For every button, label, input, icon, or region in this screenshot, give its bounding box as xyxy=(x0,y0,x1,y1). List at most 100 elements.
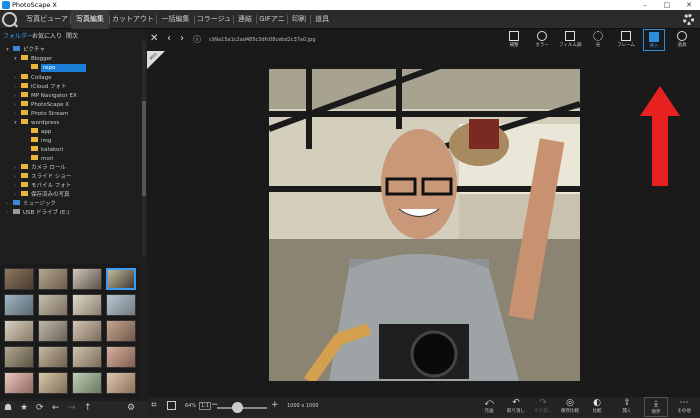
thumbnail[interactable] xyxy=(38,346,68,368)
undo-button[interactable]: ↶ 取り消し xyxy=(504,397,528,415)
zoom-fit-button[interactable]: 1:1 xyxy=(199,402,212,410)
up-arrow-icon[interactable]: ↑ xyxy=(84,403,92,413)
tool-color[interactable]: カラー xyxy=(531,29,553,51)
crop-icon[interactable]: ⌗ xyxy=(151,400,157,411)
tab-gif[interactable]: GIFアニメ xyxy=(257,10,287,42)
tree-item[interactable]: › カメラ ロール xyxy=(14,164,66,172)
thumbnail[interactable] xyxy=(38,294,68,316)
thumbnail[interactable] xyxy=(106,294,136,316)
star-icon[interactable]: ★ xyxy=(20,403,28,413)
thumbnail[interactable] xyxy=(4,268,34,290)
tab-photo-editor[interactable]: 写真編集 xyxy=(71,10,109,29)
tree-item[interactable]: ▾ ピクチャ xyxy=(6,46,45,54)
revert-button[interactable]: ⤺ 元画 xyxy=(477,397,501,415)
tree-item-selected[interactable]: repo xyxy=(24,64,86,72)
tab-photo-viewer[interactable]: 写真ビューア xyxy=(24,10,70,29)
tree-item[interactable]: mori xyxy=(24,155,54,163)
edited-photo[interactable] xyxy=(269,69,580,381)
thumbnail[interactable] xyxy=(38,372,68,394)
close-button[interactable]: ✕ xyxy=(679,0,699,10)
tree-item[interactable]: ▾ Blogger xyxy=(14,55,52,63)
thumbnail[interactable] xyxy=(106,320,136,342)
home-icon[interactable]: ☗ xyxy=(4,403,12,413)
color-icon xyxy=(537,31,547,41)
tree-item[interactable]: › USB ドライブ (E:) xyxy=(6,209,69,217)
tree-item[interactable]: › PhotoScape X xyxy=(14,101,69,109)
title-bar: PhotoScape X – □ ✕ xyxy=(0,0,700,10)
thumbnail[interactable] xyxy=(72,346,102,368)
forward-arrow-icon[interactable]: → xyxy=(68,403,76,413)
tree-item[interactable]: › MP Navigator EX xyxy=(14,92,77,100)
frame-icon xyxy=(621,31,631,41)
zoom-in-icon[interactable]: + xyxy=(271,400,279,410)
tree-item[interactable]: ▾ wordpress xyxy=(14,119,59,127)
tree-item[interactable]: katakori xyxy=(24,146,63,154)
thumbnail[interactable] xyxy=(106,346,136,368)
thumbnail[interactable] xyxy=(4,372,34,394)
tool-insert[interactable]: 挿入 xyxy=(643,29,665,51)
thumbnail-grid xyxy=(0,264,141,398)
tab-cutout[interactable]: カットアウト xyxy=(110,10,156,29)
tool-frame[interactable]: フレーム xyxy=(615,29,637,51)
save-button[interactable]: ⤓ 保存 xyxy=(644,397,668,417)
settings-icon[interactable]: ⚙ xyxy=(127,403,135,413)
thumbnail[interactable] xyxy=(38,320,68,342)
tool-light[interactable]: 光 xyxy=(587,29,609,51)
back-arrow-icon[interactable]: ← xyxy=(52,403,60,413)
thumbnail[interactable] xyxy=(72,320,102,342)
tool-tools[interactable]: 道具 xyxy=(671,29,693,51)
next-image-icon[interactable]: › xyxy=(180,33,184,44)
thumbnail[interactable] xyxy=(72,372,102,394)
more-button[interactable]: ⋯ その他 xyxy=(672,397,696,415)
bottom-toolbar: ⌗ 64% 1:1 − + 1000 x 1000 ⤺ 元画 ↶ 取り消し ↷ やり直… xyxy=(147,397,700,418)
tab-tools[interactable]: 道具 xyxy=(311,10,333,29)
open-button[interactable]: ⇪ 開く xyxy=(615,397,639,415)
thumbnail[interactable] xyxy=(106,372,136,394)
tree-item[interactable]: img xyxy=(24,137,51,145)
folder-icon xyxy=(21,110,28,115)
thumbnail[interactable] xyxy=(72,268,102,290)
prev-image-icon[interactable]: ‹ xyxy=(167,33,171,44)
maximize-button[interactable]: □ xyxy=(657,0,677,10)
thumbnail[interactable] xyxy=(38,268,68,290)
subtab-recent[interactable]: 開次 xyxy=(66,31,78,40)
tree-item[interactable]: app xyxy=(24,128,51,136)
refresh-icon[interactable]: ⟳ xyxy=(36,403,44,413)
subtab-folders[interactable]: フォルダー xyxy=(3,31,33,40)
subtab-favorites[interactable]: お気に入り xyxy=(32,31,62,40)
tree-item[interactable]: › モバイル フォト xyxy=(14,182,71,190)
settings-gear-icon[interactable] xyxy=(683,14,694,25)
redo-button[interactable]: ↷ やり直し xyxy=(531,397,555,415)
folder-icon xyxy=(21,119,28,124)
minimize-button[interactable]: – xyxy=(635,0,655,10)
tool-film[interactable]: フィルム調 xyxy=(559,29,581,51)
compare-button[interactable]: ◐ 比較 xyxy=(585,397,609,415)
tab-batch[interactable]: 一括編集 xyxy=(157,10,194,29)
thumbnail[interactable] xyxy=(4,294,34,316)
tree-item[interactable]: › iCloud フォト xyxy=(14,83,67,91)
fit-icon[interactable] xyxy=(167,401,176,410)
tree-item[interactable]: › 保存済みの写真 xyxy=(14,191,70,199)
tree-item[interactable]: › ミュージック xyxy=(6,200,56,208)
search-icon[interactable] xyxy=(2,12,17,27)
tree-item[interactable]: › Photo Stream xyxy=(14,110,68,118)
zoom-slider-knob[interactable] xyxy=(232,402,243,413)
left-panel: フォルダー お気に入り 開次 ▾ ピクチャ ▾ Blogger repo › Coll… xyxy=(0,29,147,418)
thumbnail[interactable] xyxy=(72,294,102,316)
close-editor-icon[interactable]: ✕ xyxy=(150,33,158,44)
tree-item[interactable]: › Collage xyxy=(14,74,52,82)
tool-adjust[interactable]: 補整 xyxy=(503,29,525,51)
thumbnail[interactable] xyxy=(4,320,34,342)
left-subtabs: フォルダー お気に入り 開次 xyxy=(0,29,147,41)
thumbnail-selected[interactable] xyxy=(106,268,136,290)
folder-icon xyxy=(13,46,20,51)
info-icon[interactable]: ⓘ xyxy=(193,34,201,45)
save-compare-button[interactable]: ◎ 保存比較 xyxy=(558,397,582,415)
tab-combine[interactable]: 連結 xyxy=(234,10,256,29)
folder-icon xyxy=(21,101,28,106)
tab-collage[interactable]: コラージュ xyxy=(195,10,233,29)
tree-item[interactable]: › スライド ショー xyxy=(14,173,71,181)
tab-print[interactable]: 印刷 xyxy=(288,10,310,29)
thumbnail[interactable] xyxy=(4,346,34,368)
tree-scrollbar[interactable] xyxy=(142,41,146,257)
